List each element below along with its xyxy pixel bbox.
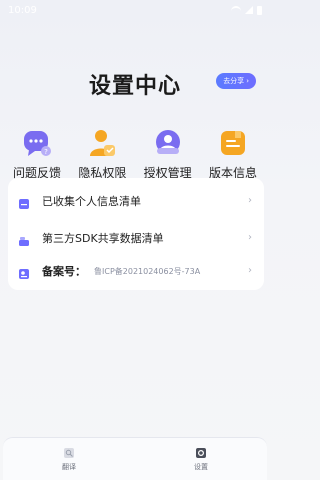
page-title: 设置中心: [88, 74, 181, 99]
list-item-personal-info[interactable]: 已收集个人信息清单 ›: [8, 186, 264, 216]
info-list-card: 已收集个人信息清单 › 第三方SDK共享数据清单 › 备案号： 鲁ICP备202…: [8, 178, 264, 290]
list-item-record[interactable]: 备案号： 鲁ICP备2021024062号-73A ›: [8, 256, 264, 286]
wifi-icon: [231, 6, 241, 14]
authorization-icon: [153, 128, 183, 158]
shortcut-feedback[interactable]: ? 问题反馈: [6, 128, 68, 181]
shortcut-authorization[interactable]: 授权管理: [137, 128, 199, 181]
tab-translate-label: 翻译: [62, 462, 76, 471]
share-arrow-icon: ›: [246, 77, 249, 85]
battery-icon: [257, 5, 262, 15]
bottom-tab-bar: 翻译 设置: [3, 437, 267, 480]
list-item-label: 已收集个人信息清单: [42, 195, 141, 208]
list-item-label: 备案号：: [42, 265, 86, 278]
status-icons: [231, 5, 262, 15]
shortcut-grid: ? 问题反馈 隐私权限 授权管理 版本信息: [0, 128, 270, 181]
record-number: 鲁ICP备2021024062号-73A: [94, 266, 201, 276]
tab-settings[interactable]: 设置: [135, 438, 267, 480]
chevron-right-icon: ›: [248, 232, 252, 243]
share-data-icon: [18, 232, 30, 246]
privacy-user-icon: [87, 128, 117, 158]
record-id-icon: [18, 265, 30, 279]
svg-text:?: ?: [44, 148, 48, 156]
status-time: 10:09: [8, 4, 37, 16]
tab-settings-label: 设置: [194, 462, 208, 471]
header: 设置中心 去分享 ›: [0, 64, 270, 104]
signal-icon: [245, 6, 253, 14]
share-button-label: 去分享: [223, 77, 245, 85]
share-button[interactable]: 去分享 ›: [216, 73, 256, 89]
shortcut-privacy[interactable]: 隐私权限: [71, 128, 133, 181]
tab-translate[interactable]: 翻译: [3, 438, 135, 480]
chevron-right-icon: ›: [248, 195, 252, 206]
feedback-chat-icon: ?: [22, 128, 52, 158]
list-item-label: 第三方SDK共享数据清单: [42, 232, 164, 245]
chevron-right-icon: ›: [248, 265, 252, 276]
translate-icon: [63, 447, 75, 459]
version-info-icon: [218, 128, 248, 158]
document-list-icon: [18, 195, 30, 209]
status-bar: 10:09: [0, 0, 270, 20]
settings-icon: [195, 447, 207, 459]
list-item-sdk-share[interactable]: 第三方SDK共享数据清单 ›: [8, 223, 264, 253]
shortcut-version[interactable]: 版本信息: [202, 128, 264, 181]
